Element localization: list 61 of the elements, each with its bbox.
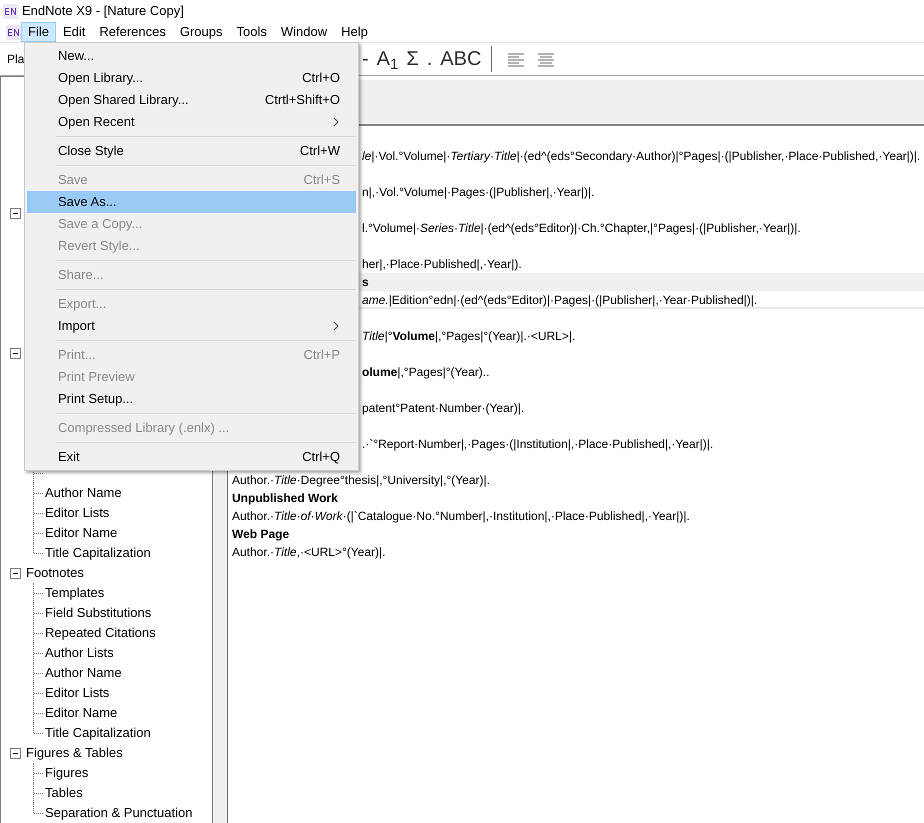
menu-item[interactable]: Open Recent — [27, 111, 356, 133]
menu-item[interactable]: Open Library... Ctrl+O — [27, 67, 356, 89]
menu-bar-item[interactable]: Help — [334, 22, 375, 42]
align-left-icon — [508, 52, 524, 67]
tree-item[interactable]: Templates — [45, 583, 104, 603]
tree-item[interactable]: Author Lists — [45, 643, 114, 663]
app-logo-icon — [3, 4, 18, 18]
tree-item[interactable]: Tables — [45, 783, 83, 803]
collapse-icon[interactable] — [10, 568, 21, 578]
shortcut-label: Ctrl+W — [300, 142, 340, 160]
collapse-icon[interactable] — [10, 208, 21, 218]
toolbar-button[interactable]: A$_{1}$ — [372, 49, 402, 69]
tree-item[interactable]: Editor Lists — [45, 503, 110, 523]
reference-type-heading: Unpublished Work — [231, 490, 339, 507]
tree-item[interactable]: Repeated Citations — [45, 623, 156, 643]
tree-item[interactable]: Editor Name — [45, 523, 118, 543]
tree-item[interactable]: Separation & Punctuation — [45, 803, 192, 823]
reference-type-heading: Web Page — [231, 526, 290, 543]
collapse-icon[interactable] — [10, 348, 21, 358]
shortcut-label: Ctrl+O — [302, 69, 340, 88]
tree-item[interactable]: Title Capitalization — [45, 543, 151, 563]
collapse-icon[interactable] — [10, 748, 21, 758]
window-title: EndNote X9 - [Nature Copy] — [22, 2, 184, 20]
shortcut-label: Ctrtl+Shift+O — [264, 91, 340, 110]
menu-bar-item[interactable]: Edit — [56, 22, 92, 42]
tree-item[interactable]: Author Name — [45, 663, 122, 683]
toolbar-button[interactable]: Σ — [402, 49, 423, 69]
align-center-icon — [538, 52, 554, 67]
app-logo-icon — [6, 24, 21, 40]
tree-item[interactable]: Figures & Tables — [26, 743, 123, 763]
toolbar-button[interactable]: - — [358, 49, 373, 69]
template-line[interactable]: Author.·Title·of·Work·(|`Catalogue·No.°Number|,·Institution|,·Place·Published|,·Year|)|. — [228, 507, 924, 525]
tree-item[interactable]: Figures — [45, 763, 88, 783]
tree-item[interactable]: Footnotes — [26, 563, 84, 583]
menu-item[interactable]: Save As... — [27, 191, 356, 213]
chevron-right-icon — [333, 321, 340, 331]
shortcut-label: Ctrl+S — [304, 171, 340, 190]
menu-item[interactable]: Print Setup... — [27, 388, 356, 410]
template-line[interactable]: Author.·Title,·<URL>°(Year)|. — [228, 543, 924, 561]
toolbar-button[interactable]: . — [422, 49, 436, 69]
menu-bar-item[interactable]: References — [92, 22, 173, 42]
tree-item[interactable]: Editor Lists — [45, 683, 110, 703]
tree-item[interactable]: Field Substitutions — [45, 603, 152, 623]
menu-bar-item[interactable]: Tools — [229, 22, 274, 42]
menu-item[interactable]: Open Shared Library... Ctrtl+Shift+O — [27, 89, 356, 111]
chevron-right-icon — [333, 117, 340, 127]
shortcut-label: Ctrl+Q — [302, 448, 340, 466]
menu-item[interactable]: Close Style Ctrl+W — [27, 140, 356, 162]
menu-item[interactable]: Exit Ctrl+Q — [27, 446, 356, 468]
font-field-label: Pla — [7, 51, 24, 68]
tree-item[interactable]: Editor Name — [45, 703, 118, 723]
template-line[interactable]: Author.·Title·Degree°thesis|,°University|,°(Year)|. — [228, 471, 924, 489]
menu-item[interactable]: Import — [27, 315, 356, 337]
menu-bar-item[interactable]: File — [21, 22, 56, 42]
tree-item[interactable]: Author Name — [45, 483, 122, 503]
menu-bar-item[interactable]: Window — [274, 22, 334, 42]
menu-item[interactable]: New... — [27, 45, 356, 67]
menu-bar-item[interactable]: Groups — [172, 22, 230, 42]
toolbar-button[interactable]: ABC — [436, 49, 486, 69]
shortcut-label: Ctrl+P — [304, 346, 340, 364]
tree-item[interactable]: Title Capitalization — [45, 723, 151, 743]
